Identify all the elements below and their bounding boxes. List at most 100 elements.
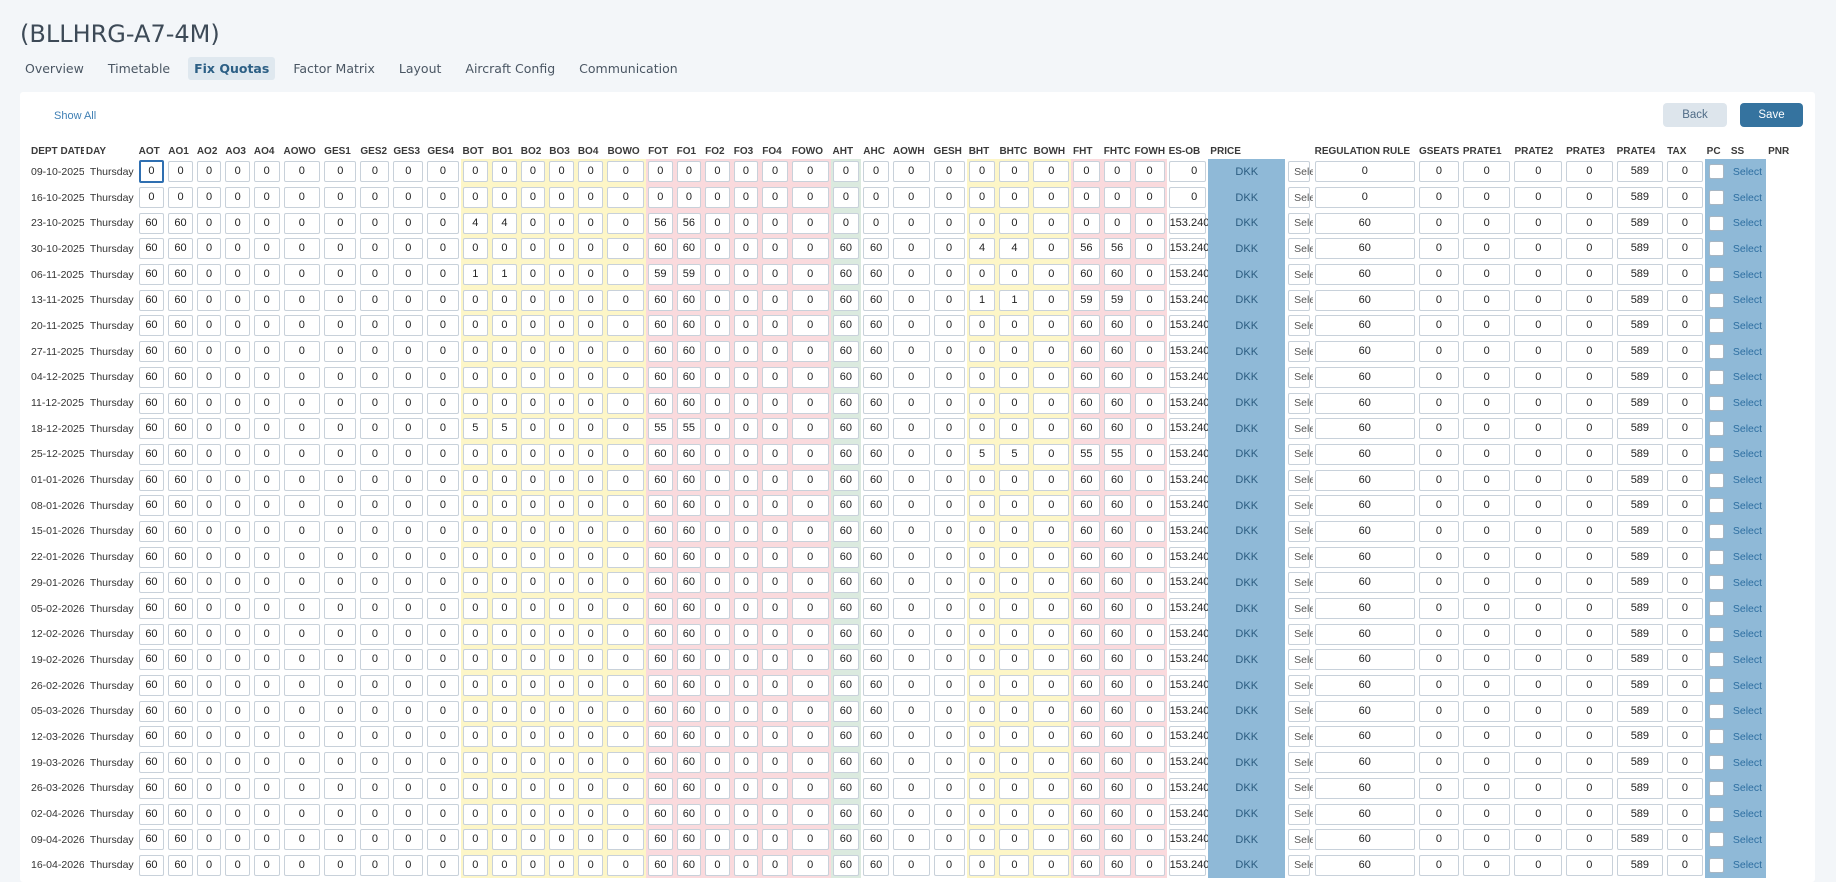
quota-input-ao4[interactable]: 0 <box>253 726 280 748</box>
quota-input-bo1[interactable]: 0 <box>492 675 517 697</box>
quota-input-bot[interactable]: 0 <box>462 443 489 465</box>
quota-input-bo3[interactable]: 0 <box>549 598 574 620</box>
quota-input-bo3[interactable]: 0 <box>549 623 574 645</box>
quota-input-aot[interactable]: 60 <box>138 803 165 825</box>
price-input[interactable]: 153.240 <box>1168 289 1208 311</box>
quota-input-ao2[interactable]: 0 <box>196 520 222 542</box>
pc-input[interactable]: 0 <box>1667 187 1703 209</box>
quota-input-bhtc[interactable]: 0 <box>999 854 1030 876</box>
pc-input[interactable]: 0 <box>1667 212 1703 234</box>
quota-input-gesh[interactable]: 0 <box>933 726 965 748</box>
quota-input-fo1[interactable]: 60 <box>676 392 702 414</box>
quota-input-bht[interactable]: 0 <box>968 366 996 388</box>
quota-input-bo3[interactable]: 0 <box>549 675 574 697</box>
quota-input-ges2[interactable]: 0 <box>360 623 390 645</box>
quota-input-bo1[interactable]: 1 <box>492 264 517 286</box>
quota-input-bot[interactable]: 0 <box>462 341 489 363</box>
regulation-rule-select[interactable]: Select...⌄ <box>1288 675 1313 697</box>
quota-input-fot[interactable]: 60 <box>648 803 673 825</box>
quota-input-fowo[interactable]: 0 <box>791 238 829 260</box>
quota-input-bo2[interactable]: 0 <box>520 443 546 465</box>
regulation-rule-select[interactable]: Select...⌄ <box>1288 238 1313 260</box>
quota-input-ao2[interactable]: 0 <box>196 649 222 671</box>
tax-input[interactable]: 589 <box>1616 187 1664 209</box>
quota-input-aowo[interactable]: 0 <box>283 829 321 851</box>
pc-input[interactable]: 0 <box>1667 392 1703 414</box>
ss-checkbox[interactable] <box>1709 215 1725 231</box>
prate3-input[interactable]: 0 <box>1514 495 1563 517</box>
quota-input-fo4[interactable]: 0 <box>762 495 788 517</box>
quota-input-ao4[interactable]: 0 <box>253 803 280 825</box>
quota-input-bowh[interactable]: 0 <box>1033 443 1070 465</box>
quota-input-aowh[interactable]: 0 <box>892 212 930 234</box>
quota-input-ao3[interactable]: 0 <box>225 187 250 209</box>
pc-input[interactable]: 0 <box>1667 572 1703 594</box>
quota-input-gesh[interactable]: 0 <box>933 572 965 594</box>
quota-input-ges3[interactable]: 0 <box>393 289 424 311</box>
quota-input-ao4[interactable]: 0 <box>253 469 280 491</box>
gseats-input[interactable]: 60 <box>1314 212 1415 234</box>
quota-input-fot[interactable]: 60 <box>648 238 673 260</box>
prate1-input[interactable]: 0 <box>1418 469 1459 491</box>
quota-input-fo1[interactable]: 60 <box>676 726 702 748</box>
quota-input-ao1[interactable]: 60 <box>168 366 193 388</box>
quota-input-ao3[interactable]: 0 <box>225 443 250 465</box>
quota-input-fowo[interactable]: 0 <box>791 520 829 542</box>
tab-timetable[interactable]: Timetable <box>102 57 176 80</box>
quota-input-fo4[interactable]: 0 <box>762 289 788 311</box>
quota-input-bowo[interactable]: 0 <box>607 289 645 311</box>
quota-input-ao1[interactable]: 60 <box>168 675 193 697</box>
quota-input-fo2[interactable]: 0 <box>705 212 730 234</box>
quota-input-ao4[interactable]: 0 <box>253 315 280 337</box>
quota-input-aowo[interactable]: 0 <box>283 161 321 183</box>
quota-input-aowh[interactable]: 0 <box>892 289 930 311</box>
quota-input-fo1[interactable]: 60 <box>676 623 702 645</box>
prate1-input[interactable]: 0 <box>1418 777 1459 799</box>
prate3-input[interactable]: 0 <box>1514 572 1563 594</box>
quota-input-aht[interactable]: 60 <box>832 803 860 825</box>
quota-input-ao4[interactable]: 0 <box>253 675 280 697</box>
price-input[interactable]: 153.240 <box>1168 675 1208 697</box>
quota-input-bowo[interactable]: 0 <box>607 264 645 286</box>
quota-input-bht[interactable]: 0 <box>968 854 996 876</box>
quota-input-fhtc[interactable]: 60 <box>1103 700 1131 722</box>
quota-input-ao4[interactable]: 0 <box>253 546 280 568</box>
quota-input-bo2[interactable]: 0 <box>520 341 546 363</box>
ss-checkbox[interactable] <box>1709 241 1725 257</box>
quota-input-fo1[interactable]: 60 <box>676 520 702 542</box>
quota-input-fo3[interactable]: 0 <box>733 212 759 234</box>
quota-input-bot[interactable]: 0 <box>462 238 489 260</box>
quota-input-aowo[interactable]: 0 <box>283 803 321 825</box>
quota-input-ges3[interactable]: 0 <box>393 546 424 568</box>
quota-input-ges4[interactable]: 0 <box>427 854 459 876</box>
quota-input-ges3[interactable]: 0 <box>393 392 424 414</box>
quota-input-bowo[interactable]: 0 <box>607 598 645 620</box>
quota-input-fht[interactable]: 60 <box>1073 598 1100 620</box>
quota-input-fowo[interactable]: 0 <box>791 777 829 799</box>
quota-input-bo4[interactable]: 0 <box>577 598 604 620</box>
quota-input-ahc[interactable]: 60 <box>863 366 889 388</box>
quota-input-fowo[interactable]: 0 <box>791 443 829 465</box>
quota-input-ao1[interactable]: 60 <box>168 649 193 671</box>
quota-input-fo3[interactable]: 0 <box>733 546 759 568</box>
quota-input-fowo[interactable]: 0 <box>791 161 829 183</box>
quota-input-ao1[interactable]: 60 <box>168 443 193 465</box>
quota-input-bhtc[interactable]: 0 <box>999 546 1030 568</box>
quota-input-ahc[interactable]: 60 <box>863 803 889 825</box>
quota-input-bo1[interactable]: 0 <box>492 752 517 774</box>
quota-input-bo2[interactable]: 0 <box>520 649 546 671</box>
quota-input-ahc[interactable]: 60 <box>863 649 889 671</box>
quota-input-fot[interactable]: 60 <box>648 392 673 414</box>
price-input[interactable]: 153.240 <box>1168 341 1208 363</box>
quota-input-ges1[interactable]: 0 <box>324 829 357 851</box>
quota-input-aowh[interactable]: 0 <box>892 341 930 363</box>
tax-input[interactable]: 589 <box>1616 341 1664 363</box>
prate1-input[interactable]: 0 <box>1418 366 1459 388</box>
quota-input-bo1[interactable]: 4 <box>492 212 517 234</box>
ss-checkbox[interactable] <box>1709 755 1725 771</box>
quota-input-gesh[interactable]: 0 <box>933 187 965 209</box>
quota-input-fhtc[interactable]: 60 <box>1103 854 1131 876</box>
regulation-rule-select[interactable]: Select...⌄ <box>1288 392 1313 414</box>
quota-input-gesh[interactable]: 0 <box>933 829 965 851</box>
quota-input-bo2[interactable]: 0 <box>520 623 546 645</box>
